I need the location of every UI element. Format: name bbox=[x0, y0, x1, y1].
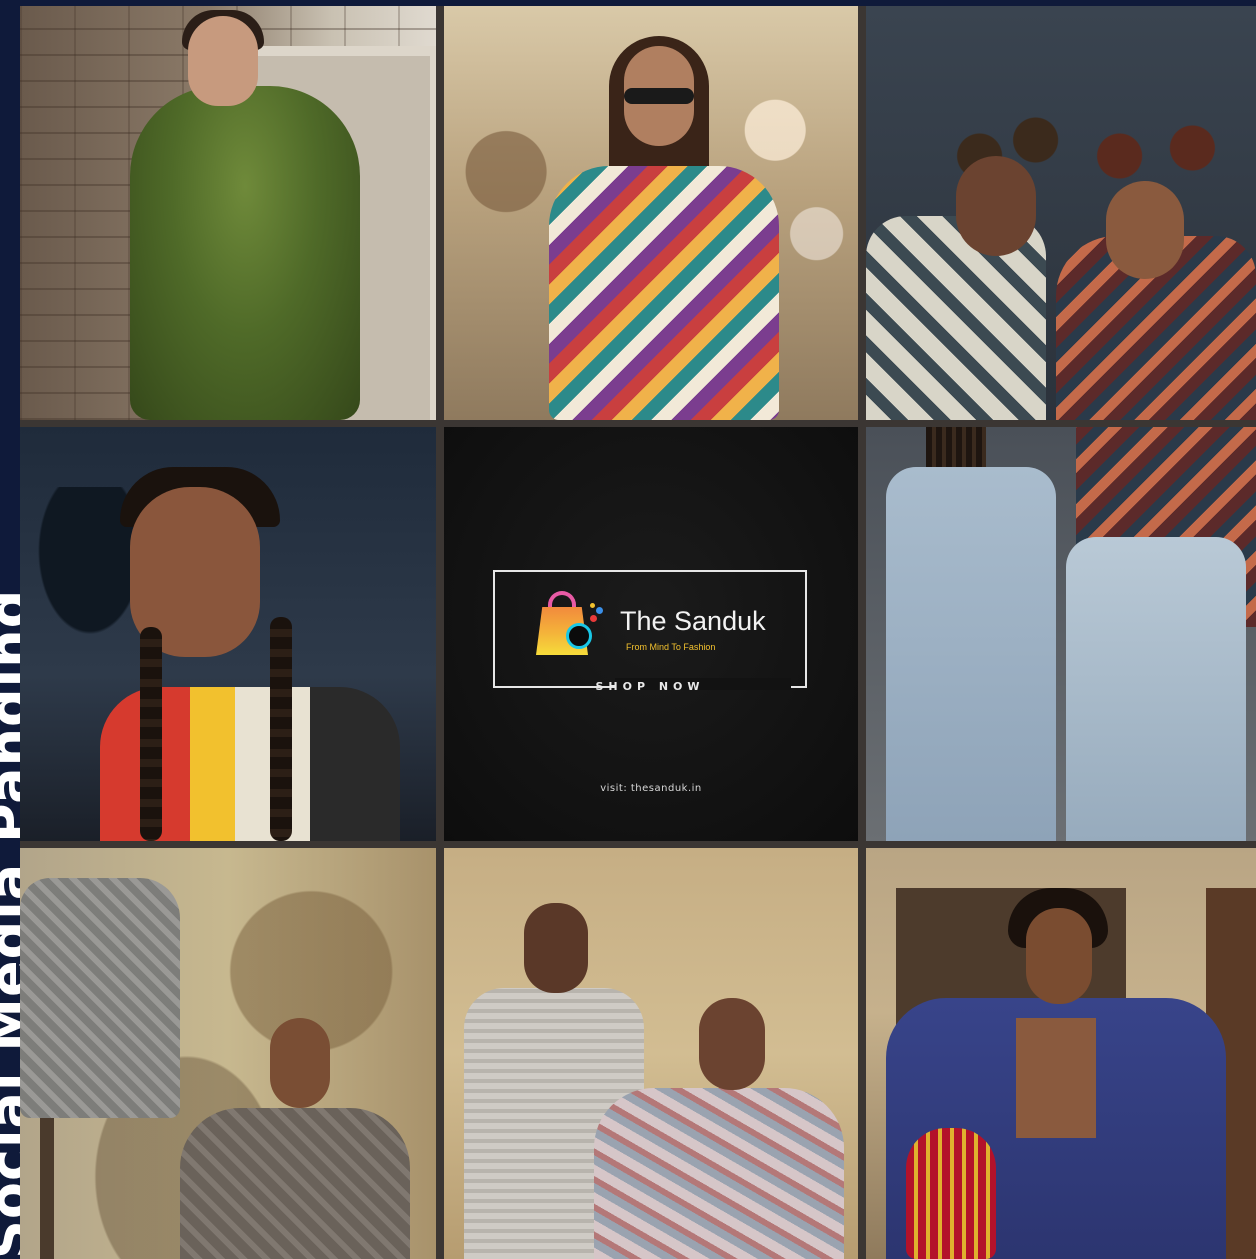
photo-tile-2[interactable] bbox=[444, 6, 858, 420]
photo-tile-1[interactable] bbox=[20, 6, 436, 420]
brand-name: The Sanduk bbox=[620, 606, 766, 636]
photo-two-women-top bbox=[866, 6, 1256, 420]
bag-ring-icon bbox=[566, 623, 592, 649]
photo-tile-9[interactable] bbox=[866, 848, 1256, 1259]
dot-icon bbox=[596, 607, 603, 614]
brand-tagline: From Mind To Fashion bbox=[626, 642, 716, 652]
dot-icon bbox=[590, 615, 597, 622]
photo-tile-6[interactable] bbox=[866, 427, 1256, 841]
photo-tile-7[interactable] bbox=[20, 848, 436, 1259]
photo-tile-3[interactable] bbox=[866, 6, 1256, 420]
photo-grid: The Sanduk From Mind To Fashion SHOP NOW… bbox=[20, 6, 1256, 1259]
dot-icon bbox=[590, 603, 595, 608]
website-link[interactable]: visit: thesanduk.in bbox=[444, 783, 858, 794]
photo-man-with-puppet bbox=[866, 848, 1256, 1259]
photo-grey-jacket-stand bbox=[20, 848, 436, 1259]
side-banner: Social Media Panding bbox=[0, 0, 20, 1259]
photo-two-women-denim bbox=[866, 427, 1256, 841]
photo-market-patterned-jacket bbox=[444, 6, 858, 420]
shop-now-button[interactable]: SHOP NOW bbox=[493, 677, 807, 697]
photo-tile-8[interactable] bbox=[444, 848, 858, 1259]
photo-tile-4[interactable] bbox=[20, 427, 436, 841]
photo-two-people-denim-jackets bbox=[444, 848, 858, 1259]
side-banner-text: Social Media Panding bbox=[0, 588, 20, 1259]
promo-card[interactable]: The Sanduk From Mind To Fashion SHOP NOW… bbox=[444, 427, 858, 841]
photo-brick-wall-green-outfit bbox=[20, 6, 436, 420]
photo-dusk-braids-portrait bbox=[20, 427, 436, 841]
